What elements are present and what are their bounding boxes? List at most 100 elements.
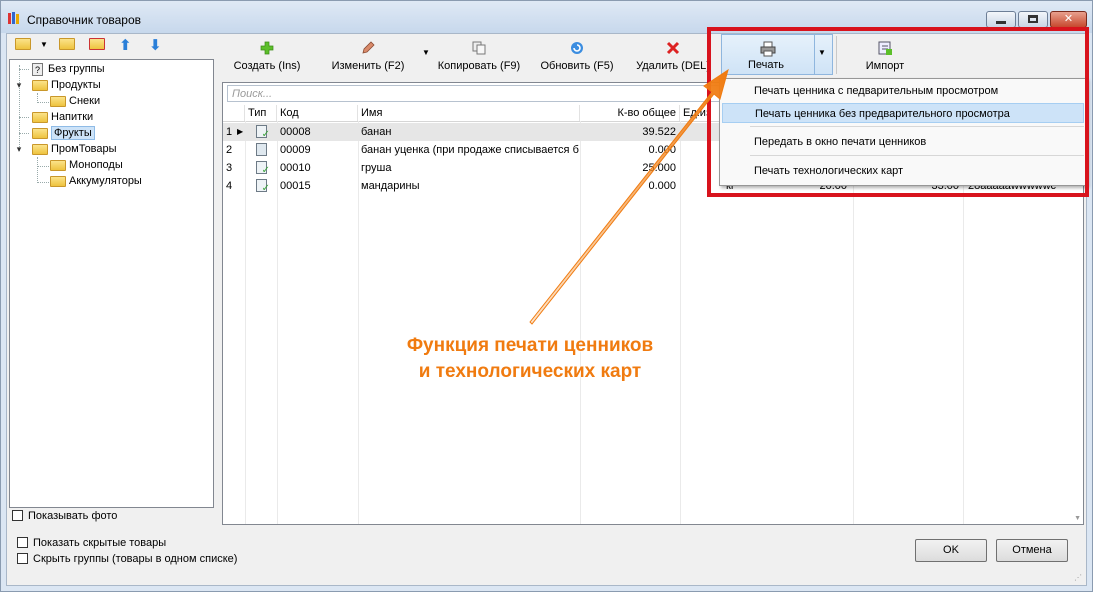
tree-connector	[37, 102, 49, 103]
header-code[interactable]: Код	[277, 105, 358, 121]
toolbar-separator	[836, 36, 837, 74]
search-input[interactable]: Поиск...	[227, 85, 747, 102]
question-doc-icon: ?	[32, 62, 43, 76]
tree-item-drinks[interactable]: Напитки	[32, 109, 93, 125]
window-title: Справочник товаров	[27, 13, 141, 27]
tree-item-label: Без группы	[48, 63, 105, 75]
items-toolbar: Создать (Ins) Изменить (F2) ▼ Копировать…	[220, 34, 1086, 79]
annotation-caption: Функция печати ценников и технологически…	[360, 333, 700, 385]
add-folder-icon[interactable]	[15, 38, 31, 54]
refresh-label: Обновить (F5)	[540, 60, 614, 72]
import-label: Импорт	[865, 60, 905, 72]
cell-qty: 39.522	[642, 126, 676, 138]
cell-name: груша	[361, 162, 392, 174]
edit-label: Изменить (F2)	[331, 60, 405, 72]
resize-grip-icon[interactable]: ⋰	[1074, 573, 1084, 583]
expand-promtovary-icon[interactable]: ▾	[14, 144, 24, 154]
header-type[interactable]: Тип	[245, 105, 277, 121]
folder-icon	[32, 111, 48, 123]
menu-print-tag-no-preview[interactable]: Печать ценника без предварительного прос…	[722, 103, 1084, 123]
create-button[interactable]: Создать (Ins)	[232, 40, 302, 74]
row-number: 4	[226, 180, 233, 192]
show-hidden-checkbox[interactable]: Показать скрытые товары	[17, 535, 166, 551]
chevron-down-icon[interactable]: ▼	[40, 40, 48, 49]
dialog-footer: Показать скрытые товары Скрыть группы (т…	[7, 524, 1086, 585]
refresh-button[interactable]: Обновить (F5)	[538, 40, 616, 74]
folder-icon	[50, 175, 66, 187]
row-number: 3	[226, 162, 233, 174]
folder-icon	[50, 95, 66, 107]
scroll-down-icon[interactable]: ▼	[1074, 515, 1081, 522]
tree-connector	[19, 117, 29, 118]
create-label: Создать (Ins)	[233, 60, 301, 72]
delete-label: Удалить (DEL)	[636, 60, 710, 72]
minimize-button[interactable]	[986, 11, 1016, 28]
delete-button[interactable]: Удалить (DEL)	[636, 40, 710, 74]
group-pane: ▼ ⬆ ⬇ ? Без группы ▾ Продукты Снеки Напи…	[7, 34, 214, 524]
tree-item-batteries[interactable]: Аккумуляторы	[50, 173, 142, 189]
checkbox-box[interactable]	[12, 510, 23, 521]
cell-name: мандарины	[361, 180, 420, 192]
tree-item-promtovary[interactable]: ПромТовары	[32, 141, 117, 157]
header-unit[interactable]: Ед.из	[680, 105, 720, 121]
tree-item-label: Напитки	[51, 111, 94, 123]
cancel-button[interactable]: Отмена	[996, 539, 1068, 562]
delete-x-icon	[666, 41, 680, 55]
print-dropdown-icon[interactable]: ▼	[818, 48, 826, 57]
edit-dropdown-icon[interactable]: ▼	[422, 48, 430, 57]
copy-label: Копировать (F9)	[437, 60, 521, 72]
tree-item-label: Продукты	[51, 79, 101, 91]
maximize-button[interactable]	[1018, 11, 1048, 28]
tree-item-fruits[interactable]: Фрукты	[32, 125, 95, 141]
pencil-icon	[362, 41, 375, 54]
tree-connector	[37, 166, 49, 167]
edit-button[interactable]: Изменить (F2)	[330, 40, 406, 74]
hide-groups-checkbox[interactable]: Скрыть группы (товары в одном списке)	[17, 551, 237, 567]
close-button[interactable]: ✕	[1050, 11, 1087, 28]
tree-connector	[37, 157, 38, 183]
refresh-icon	[571, 42, 583, 54]
checkbox-box[interactable]	[17, 537, 28, 548]
show-hidden-label: Показать скрытые товары	[33, 537, 167, 549]
header-name[interactable]: Имя	[358, 105, 580, 121]
item-doc-icon: ✓	[256, 125, 270, 140]
tree-connector	[37, 182, 49, 183]
cell-qty: 25.000	[642, 162, 676, 174]
import-button[interactable]: Импорт	[855, 40, 915, 74]
tree-item-monopods[interactable]: Моноподы	[50, 157, 123, 173]
cell-code: 00015	[280, 180, 311, 192]
edit-folder-icon[interactable]	[59, 38, 75, 54]
title-bar: Справочник товаров ✕	[1, 1, 1092, 33]
arrow-up-icon[interactable]: ⬆	[119, 38, 135, 54]
annotation-line: Функция печати ценников	[406, 335, 654, 356]
plus-icon	[260, 41, 274, 55]
show-photo-label: Показывать фото	[28, 510, 118, 522]
row-number: 2	[226, 144, 233, 156]
cell-qty: 0.000	[648, 180, 676, 192]
ok-button[interactable]: OK	[915, 539, 987, 562]
show-photo-checkbox[interactable]: Показывать фото	[12, 508, 117, 524]
folder-icon	[50, 159, 66, 171]
header-qty[interactable]: К-во общее	[580, 105, 680, 121]
header-rownum	[223, 105, 245, 121]
menu-print-tag-preview[interactable]: Печать ценника с педварительным просмотр…	[722, 81, 1084, 101]
tree-item-products[interactable]: Продукты	[32, 77, 101, 93]
delete-folder-icon[interactable]	[89, 38, 105, 54]
copy-button[interactable]: Копировать (F9)	[436, 40, 522, 74]
tree-item-label: Моноподы	[69, 159, 123, 171]
cell-name: банан уценка (при продаже списывается б	[361, 144, 579, 156]
print-button[interactable]: Печать ▼	[721, 34, 833, 75]
tree-connector	[19, 69, 29, 70]
menu-separator	[750, 155, 1084, 156]
annotation-line: и технологических карт	[418, 361, 642, 382]
tree-item-no-group[interactable]: ? Без группы	[32, 61, 105, 77]
cell-qty: 0.000	[648, 144, 676, 156]
checkbox-box[interactable]	[17, 553, 28, 564]
menu-print-tech-cards[interactable]: Печать технологических карт	[722, 161, 1084, 181]
expand-products-icon[interactable]: ▾	[14, 80, 24, 90]
tree-item-snacks[interactable]: Снеки	[50, 93, 100, 109]
folder-icon	[32, 143, 48, 155]
menu-send-to-tag-window[interactable]: Передать в окно печати ценников	[722, 132, 1084, 152]
arrow-down-icon[interactable]: ⬇	[149, 38, 165, 54]
group-tree: ? Без группы ▾ Продукты Снеки Напитки Фру…	[9, 59, 214, 508]
